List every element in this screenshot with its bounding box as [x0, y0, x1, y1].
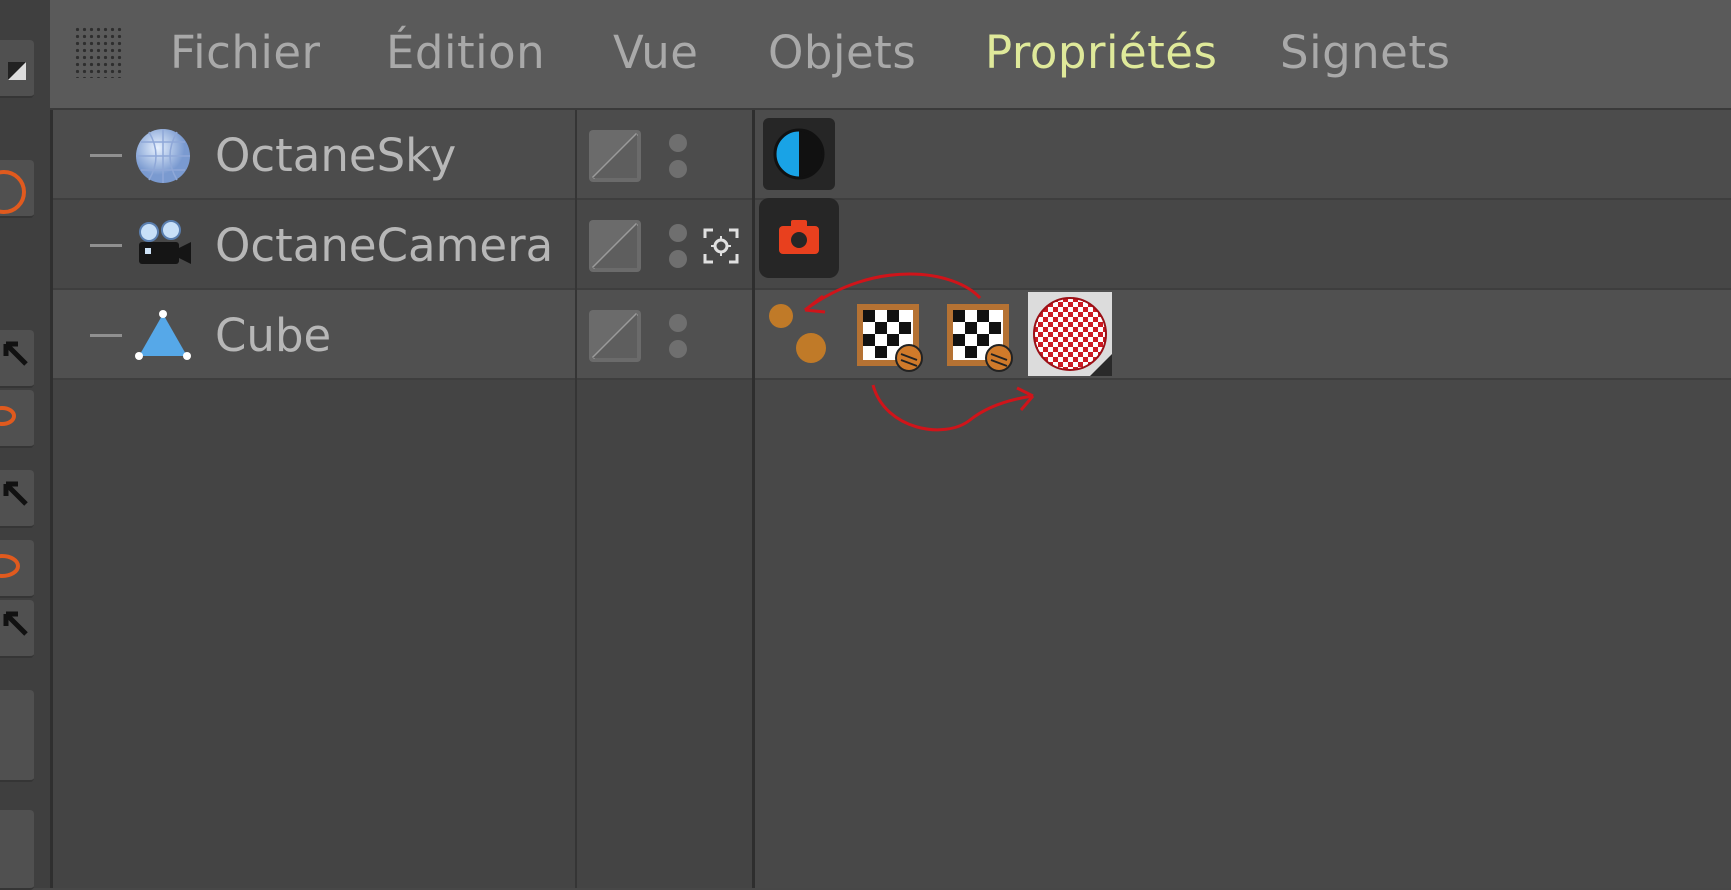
object-name[interactable]: OctaneCamera: [215, 219, 553, 272]
rotate-icon: [0, 406, 16, 426]
arrow-icon: [3, 611, 28, 636]
tool-button[interactable]: [0, 690, 34, 782]
tags-row: [755, 110, 1731, 200]
menu-proprietes[interactable]: Propriétés: [985, 26, 1217, 79]
layer-toggle-icon[interactable]: [589, 310, 641, 362]
menu-edition[interactable]: Édition: [386, 26, 545, 79]
editor-visibility-dot[interactable]: [669, 224, 687, 242]
render-visibility-dot[interactable]: [669, 160, 687, 178]
tool-button[interactable]: [0, 330, 34, 388]
layer-toggle-icon[interactable]: [589, 130, 641, 182]
rotate-icon: [0, 170, 26, 214]
focus-target-icon[interactable]: [701, 226, 741, 266]
menu-vue[interactable]: Vue: [613, 26, 698, 79]
rotate-icon: [0, 554, 20, 578]
left-tool-strip: [0, 0, 53, 890]
object-name[interactable]: OctaneSky: [215, 129, 456, 182]
tree-branch: [90, 334, 122, 337]
render-visibility-dot[interactable]: [669, 340, 687, 358]
primitive-object-icon: [135, 310, 191, 360]
texture-tag-icon[interactable]: [945, 302, 1017, 374]
object-flags-column: [577, 110, 755, 888]
tool-button[interactable]: [0, 40, 34, 98]
menu-signets[interactable]: Signets: [1280, 26, 1450, 79]
object-row-octanesky[interactable]: OctaneSky: [53, 110, 575, 200]
editor-visibility-dot[interactable]: [669, 134, 687, 152]
tree-branch: [90, 154, 122, 157]
octane-environment-tag-icon[interactable]: [763, 118, 835, 190]
flags-row: [577, 110, 752, 200]
object-name[interactable]: Cube: [215, 309, 331, 362]
tags-row: [755, 198, 1731, 290]
object-row-cube[interactable]: Cube: [53, 290, 575, 380]
flags-row: [577, 290, 752, 380]
menu-fichier[interactable]: Fichier: [170, 26, 321, 79]
arrow-icon: [3, 341, 28, 366]
tool-button[interactable]: [0, 810, 34, 890]
arrow-icon: [3, 481, 28, 506]
texture-tag-icon[interactable]: [855, 302, 927, 374]
tool-icon: [8, 62, 26, 80]
editor-visibility-dot[interactable]: [669, 314, 687, 332]
tool-button[interactable]: [0, 600, 34, 658]
object-names-column: OctaneSky OctaneCamera Cube: [53, 110, 577, 888]
material-tag-icon[interactable]: [1028, 292, 1112, 376]
panel-grip-handle[interactable]: [74, 26, 124, 78]
menu-bar: Fichier Édition Vue Objets Propriétés Si…: [50, 0, 1731, 110]
object-tags-column: [755, 110, 1731, 888]
object-row-octanecamera[interactable]: OctaneCamera: [53, 200, 575, 290]
tree-branch: [90, 244, 122, 247]
octane-camera-tag-icon[interactable]: [759, 198, 839, 278]
tool-button[interactable]: [0, 540, 34, 598]
menu-objets[interactable]: Objets: [768, 26, 916, 79]
flags-row: [577, 200, 752, 290]
render-visibility-dot[interactable]: [669, 250, 687, 268]
tool-button[interactable]: [0, 160, 34, 218]
sky-sphere-icon: [136, 129, 190, 183]
camera-object-icon: [139, 220, 191, 264]
tool-button[interactable]: [0, 390, 34, 448]
layer-toggle-icon[interactable]: [589, 220, 641, 272]
tags-row: [755, 290, 1731, 380]
octane-object-tag-icon[interactable]: [767, 302, 839, 374]
tool-button[interactable]: [0, 470, 34, 528]
